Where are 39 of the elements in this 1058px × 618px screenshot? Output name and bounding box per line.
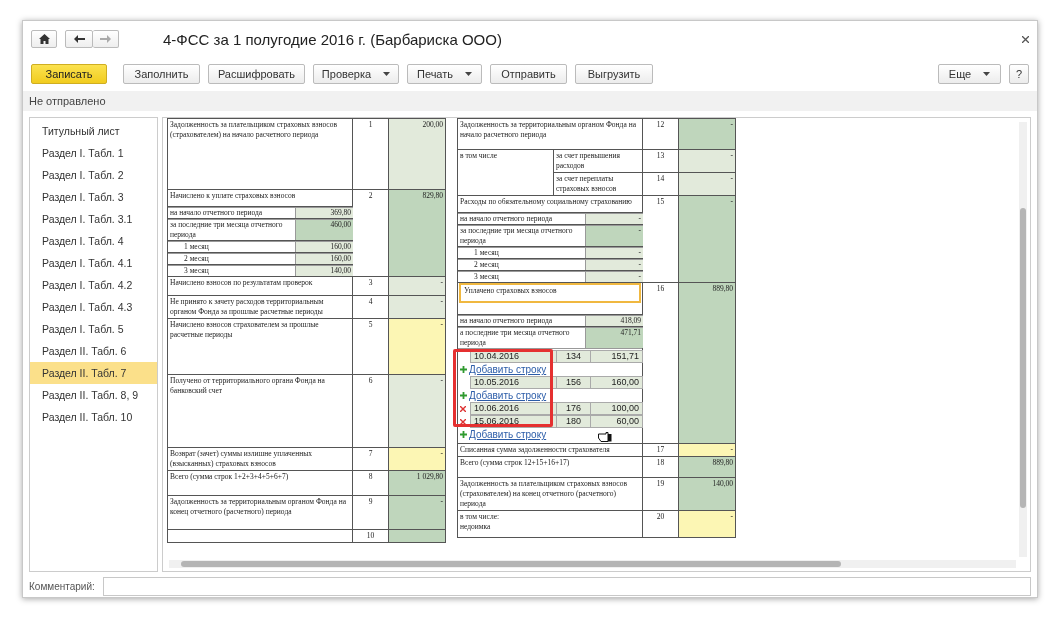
sidebar-item[interactable]: Раздел II. Табл. 7 [30,362,157,384]
date-cell[interactable]: 10.05.2016 [470,376,556,389]
toolbar-button[interactable]: Расшифровать [208,64,305,84]
comment-label: Комментарий: [29,581,95,592]
toolbar-button[interactable]: Выгрузить [575,64,653,84]
add-row-link[interactable]: Добавить строку [469,364,547,375]
window-title: 4-ФСС за 1 полугодие 2016 г. (Барбариска ООО) [163,30,503,48]
toolbar-button[interactable]: Записать [31,64,107,84]
toolbar-button[interactable]: Заполнить [123,64,200,84]
sidebar-item[interactable]: Раздел II. Табл. 8, 9 [30,384,157,406]
number-cell[interactable]: 176 [556,402,590,415]
sidebar-item[interactable]: Раздел I. Табл. 5 [30,318,157,340]
date-cell[interactable]: 10.06.2016 [470,402,556,415]
amount-cell[interactable]: 60,00 [590,415,643,428]
sidebar-item[interactable]: Раздел I. Табл. 1 [30,142,157,164]
sidebar-item[interactable]: Раздел I. Табл. 4.2 [30,274,157,296]
number-cell[interactable]: 156 [556,376,590,389]
status-label: Не отправлено [23,91,1037,111]
sidebar-item[interactable]: Раздел II. Табл. 10 [30,406,157,428]
dropdown-button[interactable]: Проверка [313,64,399,84]
add-row-link[interactable]: Добавить строку [469,429,547,440]
sidebar-item[interactable]: Раздел I. Табл. 3.1 [30,208,157,230]
sidebar-item[interactable]: Раздел I. Табл. 2 [30,164,157,186]
number-cell[interactable]: 134 [556,350,590,363]
amount-cell[interactable]: 151,71 [590,350,643,363]
toolbar-button[interactable]: Отправить [490,64,567,84]
sidebar-item[interactable]: Титульный лист [30,120,157,142]
sidebar-item[interactable]: Раздел I. Табл. 3 [30,186,157,208]
amount-cell[interactable]: 100,00 [590,402,643,415]
dropdown-button[interactable]: Печать [407,64,482,84]
toolbar-button[interactable]: ? [1009,64,1029,84]
number-cell[interactable]: 180 [556,415,590,428]
sidebar-item[interactable]: Раздел II. Табл. 6 [30,340,157,362]
sidebar-item[interactable]: Раздел I. Табл. 4.3 [30,296,157,318]
add-row-link[interactable]: Добавить строку [469,390,547,401]
sidebar-item[interactable]: Раздел I. Табл. 4 [30,230,157,252]
dropdown-button[interactable]: Еще [938,64,1001,84]
sidebar-item[interactable]: Раздел I. Табл. 4.1 [30,252,157,274]
amount-cell[interactable]: 160,00 [590,376,643,389]
